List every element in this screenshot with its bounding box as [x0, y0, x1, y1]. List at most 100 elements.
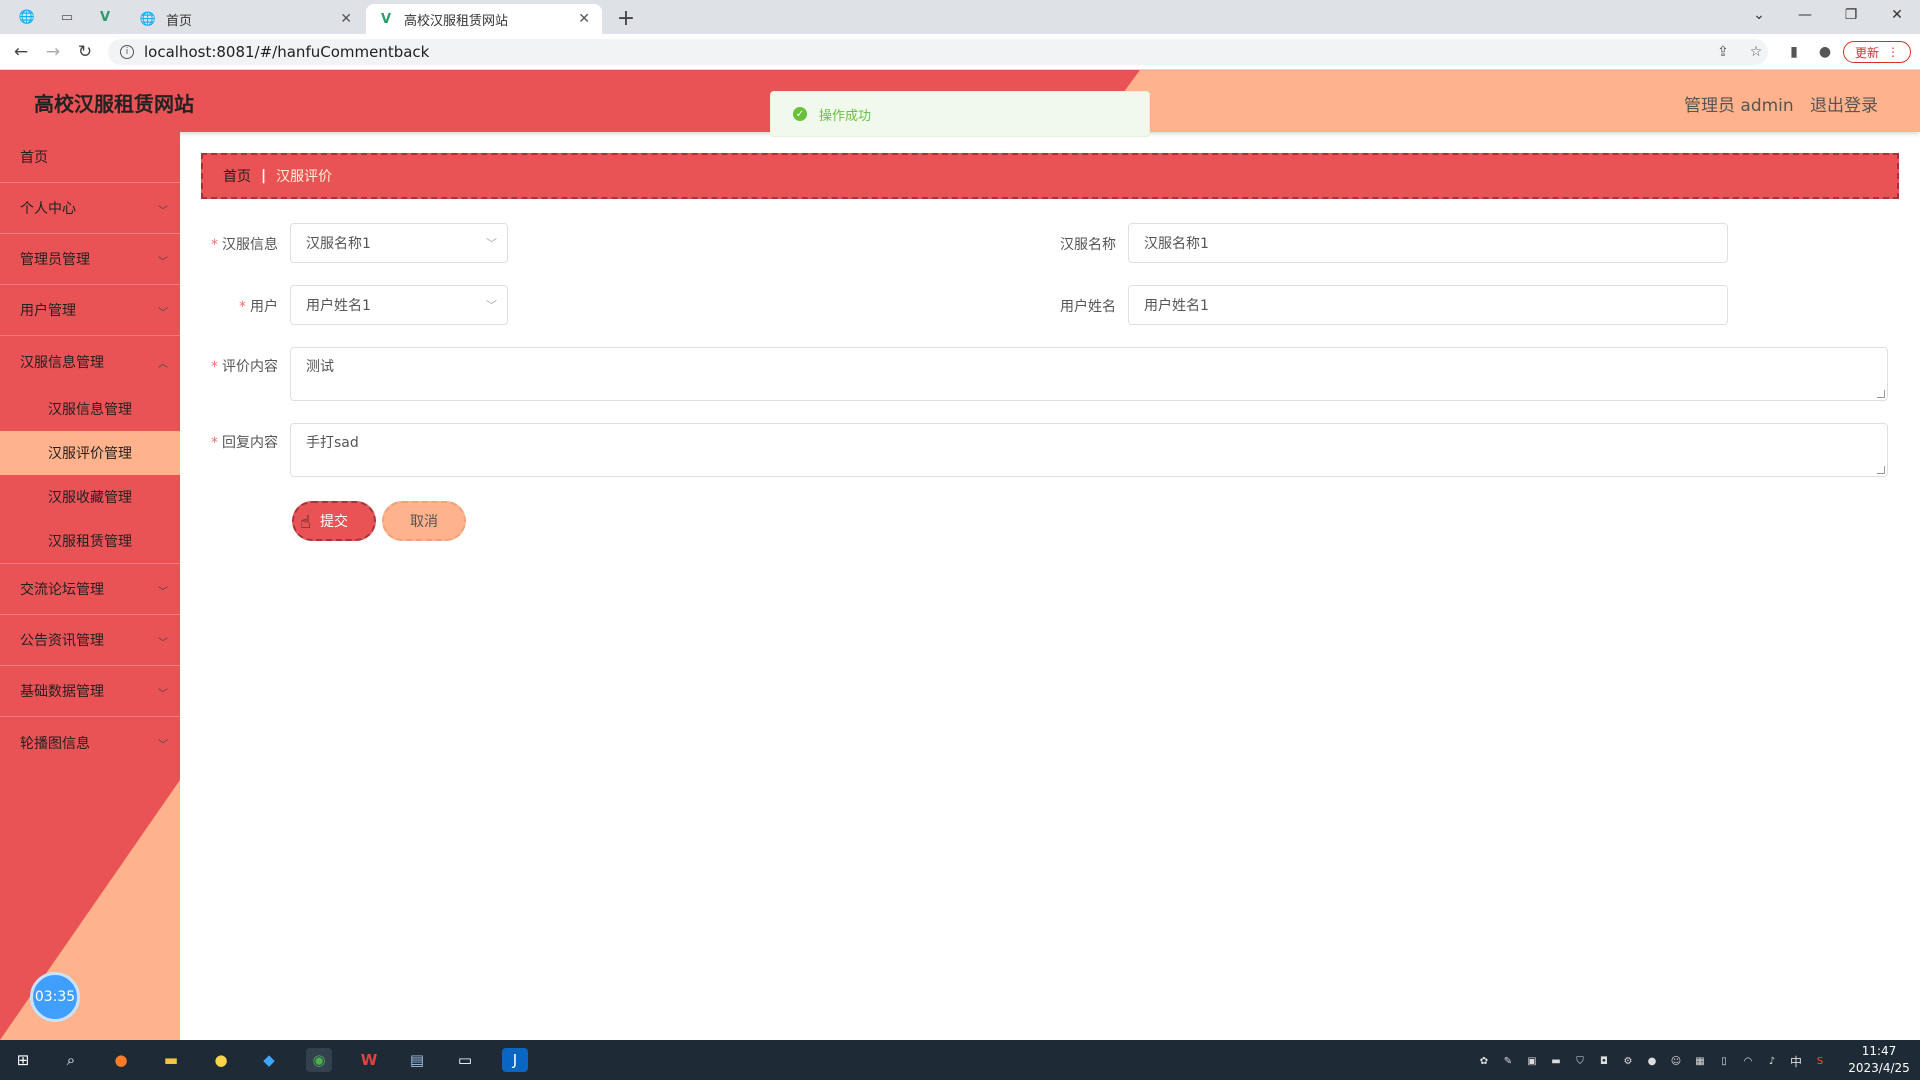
sidebar-item-carousel-info[interactable]: 轮播图信息 ﹀ [0, 717, 180, 768]
input-value: 汉服名称1 [1144, 236, 1209, 252]
volume-icon[interactable]: ♪ [1764, 1053, 1780, 1069]
terminal-icon[interactable]: ▭ [452, 1048, 478, 1072]
comment-textarea[interactable]: 测试 [290, 347, 1888, 401]
sidebar-item-label: 汉服信息管理 [20, 354, 104, 371]
tab-search-icon[interactable]: ⌄ [1736, 0, 1782, 30]
chevron-down-icon: ﹀ [158, 308, 168, 319]
user-select[interactable]: 用户姓名1 ﹀ [290, 285, 508, 325]
tray-qq-icon[interactable]: ☺ [1668, 1053, 1684, 1069]
tray-intellij-icon[interactable]: ▣ [1524, 1053, 1540, 1069]
pinned-tab-blank-icon[interactable]: ▭ [52, 4, 82, 30]
tray-app-icon[interactable]: ✿ [1476, 1053, 1492, 1069]
breadcrumb-home[interactable]: 首页 [223, 166, 251, 186]
reply-label: * 回复内容 [211, 435, 278, 451]
sidebar-item-hanfu-info-management[interactable]: 汉服信息管理 ︿ [0, 336, 180, 387]
browser-tab-home[interactable]: 🌐 首页 ✕ [128, 4, 364, 34]
reply-textarea[interactable]: 手打sad [290, 423, 1888, 477]
sidebar-subitem-hanfu-favorite[interactable]: 汉服收藏管理 [0, 475, 180, 519]
hanfu-name-field[interactable]: 汉服名称1 [1128, 223, 1728, 263]
sidebar-item-label: 交流论坛管理 [20, 582, 104, 598]
check-circle-icon: ✓ [793, 107, 807, 121]
tray-wechat-icon[interactable]: ● [1644, 1053, 1660, 1069]
sidebar-item-forum-management[interactable]: 交流论坛管理 ﹀ [0, 564, 180, 615]
restore-icon[interactable]: ❐ [1828, 0, 1874, 30]
share-icon[interactable]: ⇪ [1712, 42, 1734, 62]
sidebar-item-news-management[interactable]: 公告资讯管理 ﹀ [0, 615, 180, 666]
windows-start-icon[interactable]: ⊞ [10, 1048, 36, 1072]
sidebar-subitem-hanfu-comment[interactable]: 汉服评价管理 [0, 431, 180, 475]
close-icon[interactable]: ✕ [340, 11, 352, 27]
bookmark-star-icon[interactable]: ☆ [1745, 42, 1767, 62]
sidebar-item-user-management[interactable]: 用户管理 ﹀ [0, 285, 180, 336]
tray-usb-icon[interactable]: ▯ [1716, 1053, 1732, 1069]
chevron-down-icon: ﹀ [158, 257, 168, 268]
tray-input-method-icon[interactable]: S [1812, 1053, 1828, 1069]
url-text: localhost:8081/#/hanfuCommentback [144, 43, 430, 61]
new-tab-button[interactable]: + [612, 4, 640, 32]
select-value: 汉服名称1 [306, 236, 371, 252]
browser-tab-strip: 🌐 ▭ V 🌐 首页 ✕ V 高校汉服租赁网站 ✕ + ⌄ — ❐ ✕ [0, 0, 1920, 34]
sidebar-item-admin-management[interactable]: 管理员管理 ﹀ [0, 234, 180, 285]
browser-toolbar: ← → ↻ i localhost:8081/#/hanfuCommentbac… [0, 34, 1920, 70]
floating-timer[interactable]: 03:35 [30, 972, 80, 1022]
close-icon[interactable]: ✕ [578, 11, 590, 27]
ime-indicator[interactable]: 中 [1788, 1053, 1804, 1069]
file-explorer-icon[interactable]: ▬ [158, 1048, 184, 1072]
sidebar-item-label: 用户管理 [20, 303, 76, 319]
site-info-icon[interactable]: i [120, 45, 134, 59]
browser-update-button[interactable]: 更新 ⋮ [1843, 41, 1911, 63]
tray-gear-icon[interactable]: ⚙ [1620, 1053, 1636, 1069]
chevron-up-icon: ︿ [158, 359, 168, 370]
kebab-menu-icon: ⋮ [1887, 45, 1899, 59]
hanfu-info-select[interactable]: 汉服名称1 ﹀ [290, 223, 508, 263]
current-user-label: 管理员 admin [1684, 96, 1794, 116]
intellij-icon[interactable]: J [502, 1048, 528, 1072]
side-panel-icon[interactable]: ▮ [1783, 42, 1805, 62]
back-icon[interactable]: ← [8, 40, 34, 64]
taskbar-clock[interactable]: 11:47 2023/4/25 [1846, 1043, 1912, 1077]
sidebar-item-base-data-management[interactable]: 基础数据管理 ﹀ [0, 666, 180, 717]
app-duck-icon[interactable]: ● [208, 1048, 234, 1072]
tray-folder-icon[interactable]: ▬ [1548, 1053, 1564, 1069]
resize-grip-icon[interactable] [1877, 390, 1885, 398]
reload-icon[interactable]: ↻ [72, 40, 98, 64]
logout-link[interactable]: 退出登录 [1810, 91, 1878, 116]
chrome-icon[interactable]: ◉ [306, 1048, 332, 1072]
sidebar-item-personal-center[interactable]: 个人中心 ﹀ [0, 183, 180, 234]
minimize-icon[interactable]: — [1782, 0, 1828, 30]
profile-icon[interactable]: ● [1814, 42, 1836, 62]
sidebar-subitem-hanfu-info[interactable]: 汉服信息管理 [0, 387, 180, 431]
hanfu-name-label: 汉服名称 [1060, 237, 1116, 253]
resize-grip-icon[interactable] [1877, 466, 1885, 474]
comment-label: * 评价内容 [211, 359, 278, 375]
pinned-tab-globe-icon[interactable]: 🌐 [12, 4, 42, 30]
cancel-button[interactable]: 取消 [382, 501, 466, 541]
search-icon[interactable]: ⌕ [58, 1048, 84, 1072]
user-name-field[interactable]: 用户姓名1 [1128, 285, 1728, 325]
tray-shield-icon[interactable]: ⛉ [1572, 1053, 1588, 1069]
input-value: 用户姓名1 [1144, 298, 1209, 314]
window-close-icon[interactable]: ✕ [1874, 0, 1920, 30]
tray-tool-icon[interactable]: ✎ [1500, 1053, 1516, 1069]
forward-icon[interactable]: → [40, 40, 66, 64]
address-bar[interactable]: i localhost:8081/#/hanfuCommentback [108, 39, 1768, 65]
clock-time: 11:47 [1861, 1044, 1897, 1058]
vscode-icon[interactable]: ◆ [256, 1048, 282, 1072]
wps-icon[interactable]: W [356, 1048, 382, 1072]
tray-red-app-icon[interactable]: ◘ [1596, 1053, 1612, 1069]
sidebar-item-label: 公告资讯管理 [20, 633, 104, 649]
notepad-icon[interactable]: ▤ [404, 1048, 430, 1072]
user-name-label: 用户姓名 [1060, 299, 1116, 315]
browser-tab-current[interactable]: V 高校汉服租赁网站 ✕ [366, 4, 602, 34]
chevron-down-icon: ﹀ [158, 206, 168, 217]
firefox-icon[interactable]: ● [108, 1048, 134, 1072]
sidebar-item-label: 首页 [20, 150, 48, 166]
sidebar-subitem-hanfu-rental[interactable]: 汉服租赁管理 [0, 519, 180, 563]
chevron-down-icon: ﹀ [158, 689, 168, 700]
breadcrumb-separator: | [261, 168, 267, 184]
sidebar-item-label: 基础数据管理 [20, 684, 104, 700]
pinned-tab-vue-icon[interactable]: V [90, 4, 120, 30]
sidebar-item-home[interactable]: 首页 [0, 132, 180, 183]
wifi-icon[interactable]: ◠ [1740, 1053, 1756, 1069]
tray-app2-icon[interactable]: ▦ [1692, 1053, 1708, 1069]
